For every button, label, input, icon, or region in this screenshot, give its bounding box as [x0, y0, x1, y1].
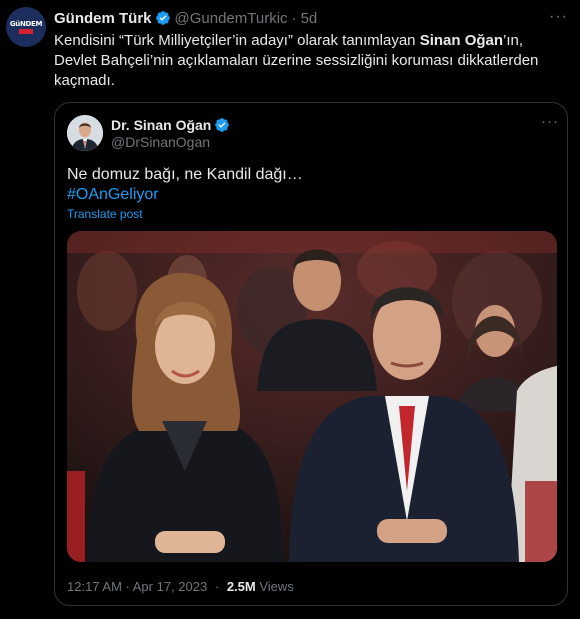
quoted-header: Dr. Sinan Oğan — [111, 117, 234, 133]
verified-badge-icon — [155, 11, 170, 25]
quoted-author-handle[interactable]: @DrSinanOgan — [111, 134, 210, 150]
translate-post-link[interactable]: Translate post — [67, 207, 143, 221]
tweet-text-part1: Kendisini “Türk Milliyetçiler’in adayı” … — [54, 32, 420, 49]
tweet-text-mention: Sinan Oğan — [419, 32, 504, 49]
author-avatar[interactable]: GüNDEM — [6, 7, 46, 47]
tweet-text: Kendisini “Türk Milliyetçiler’in adayı” … — [54, 31, 564, 91]
verified-badge-icon — [215, 118, 230, 132]
person-avatar-icon — [67, 115, 103, 151]
post-time[interactable]: 5d — [301, 10, 318, 27]
author-handle[interactable]: @GundemTurkic — [175, 10, 288, 27]
author-name[interactable]: Gündem Türk — [54, 10, 152, 27]
views-count: 2.5M — [226, 579, 256, 594]
post-photo[interactable] — [67, 231, 557, 562]
separator: · — [291, 9, 297, 27]
quoted-tweet[interactable]: Dr. Sinan Oğan @DrSinanOgan ··· Ne domuz… — [54, 102, 568, 606]
views-label: Views — [259, 579, 294, 594]
post-meta: 12:17 AM · Apr 17, 2023 · 2.5M Views — [67, 579, 294, 594]
photo-image — [67, 231, 557, 562]
avatar-logo-icon: GüNDEM — [9, 20, 43, 28]
quoted-text: Ne domuz bağı, ne Kandil dağı… — [67, 166, 303, 183]
more-icon[interactable]: ··· — [549, 8, 568, 26]
separator: · — [214, 579, 220, 594]
avatar-logo-bar — [19, 29, 33, 34]
tweet-header: Gündem Türk @GundemTurkic · 5d — [54, 9, 317, 27]
hashtag-link[interactable]: #OAnGeliyor — [67, 184, 159, 205]
more-icon[interactable]: ··· — [541, 113, 559, 130]
quoted-avatar[interactable] — [67, 115, 103, 151]
post-timestamp[interactable]: 12:17 AM · Apr 17, 2023 — [67, 579, 207, 594]
quoted-author-name[interactable]: Dr. Sinan Oğan — [111, 117, 211, 133]
